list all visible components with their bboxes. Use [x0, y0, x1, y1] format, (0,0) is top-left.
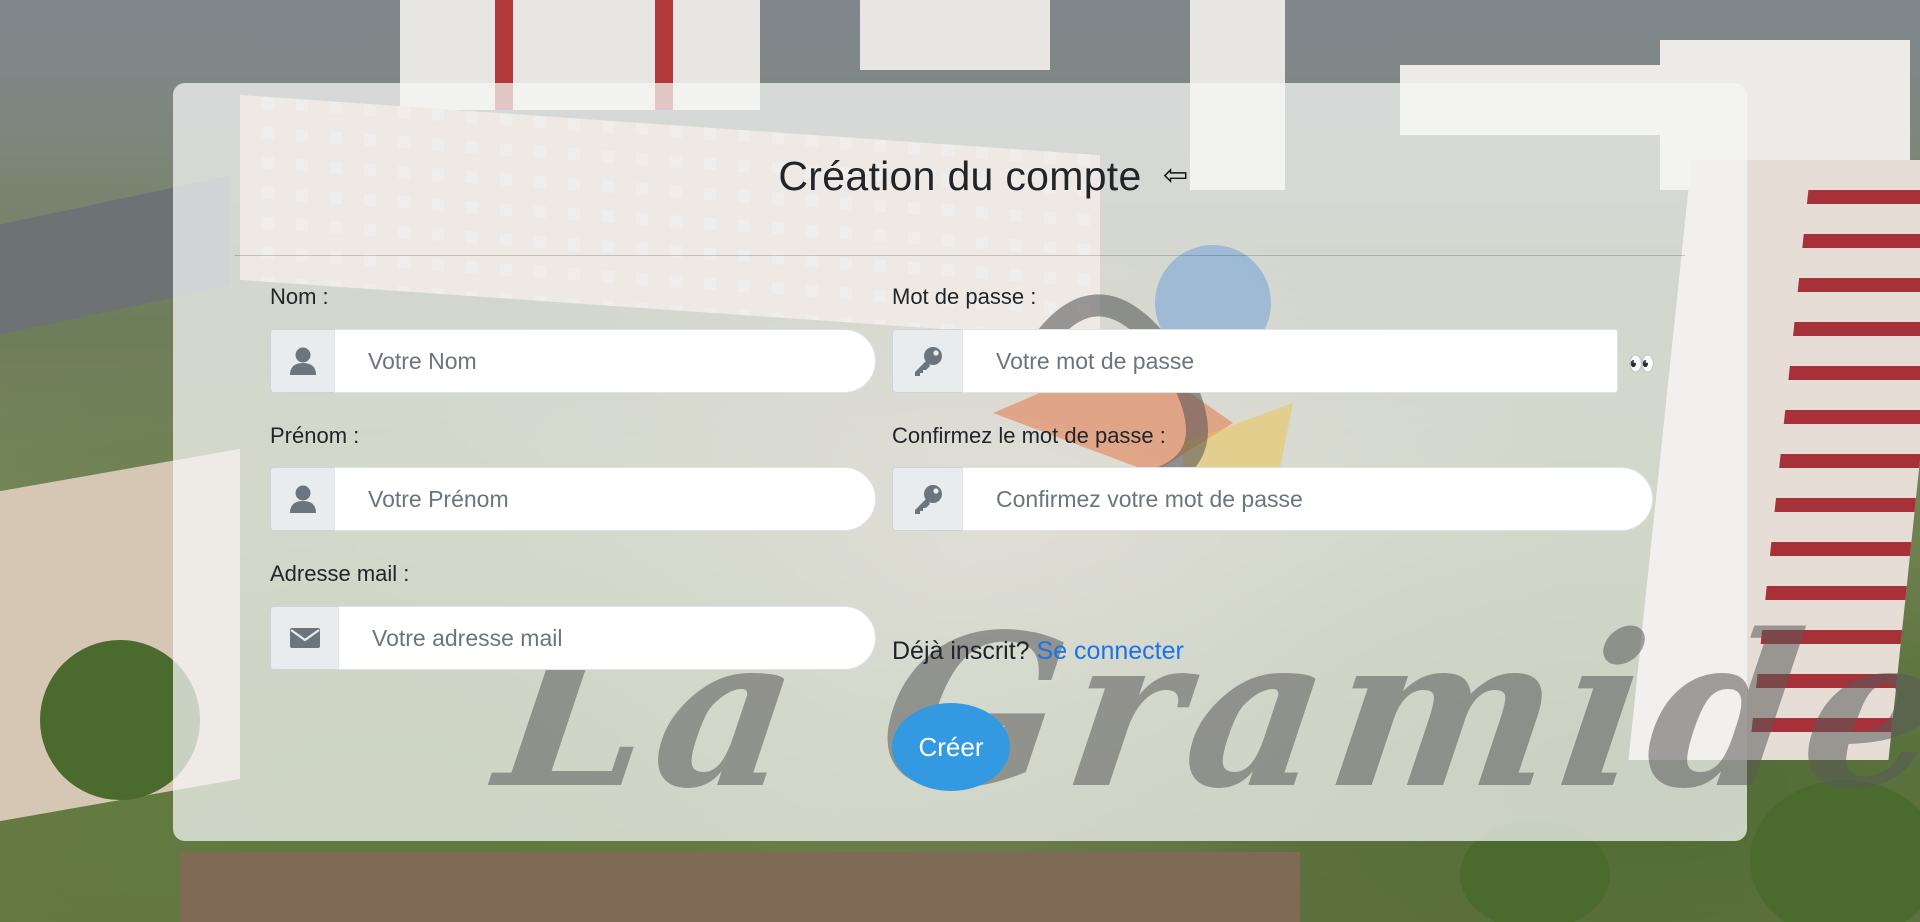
password-input[interactable] [962, 329, 1618, 393]
nom-input[interactable] [334, 329, 876, 393]
key-icon [892, 329, 962, 393]
create-account-button[interactable]: Créer [892, 703, 1010, 791]
envelope-icon [270, 606, 338, 670]
email-input[interactable] [338, 606, 876, 670]
email-field-group [270, 606, 876, 670]
user-icon [270, 467, 334, 531]
email-label: Adresse mail : [270, 561, 410, 586]
title-divider [235, 255, 1685, 256]
nom-field-group [270, 329, 876, 393]
user-icon [270, 329, 334, 393]
prenom-label: Prénom : [270, 423, 360, 448]
back-arrow-icon[interactable]: ⇦ [1163, 158, 1188, 193]
password-confirm-input[interactable] [962, 467, 1653, 531]
show-password-eyes-icon[interactable]: 👀 [1628, 351, 1655, 377]
already-registered-text: Déjà inscrit? Se connecter [892, 637, 1184, 666]
nom-label: Nom : [270, 284, 329, 309]
password-label: Mot de passe : [892, 284, 1037, 309]
login-link[interactable]: Se connecter [1037, 637, 1184, 665]
password-confirm-label: Confirmez le mot de passe : [892, 423, 1166, 448]
password-field-group [892, 329, 1618, 393]
page-title: Création du compte [778, 153, 1142, 199]
background-ground [180, 852, 1300, 922]
prenom-field-group [270, 467, 876, 531]
already-registered-label: Déjà inscrit? [892, 637, 1030, 665]
prenom-input[interactable] [334, 467, 876, 531]
background-building [860, 0, 1050, 70]
key-icon [892, 467, 962, 531]
password-confirm-field-group [892, 467, 1653, 531]
